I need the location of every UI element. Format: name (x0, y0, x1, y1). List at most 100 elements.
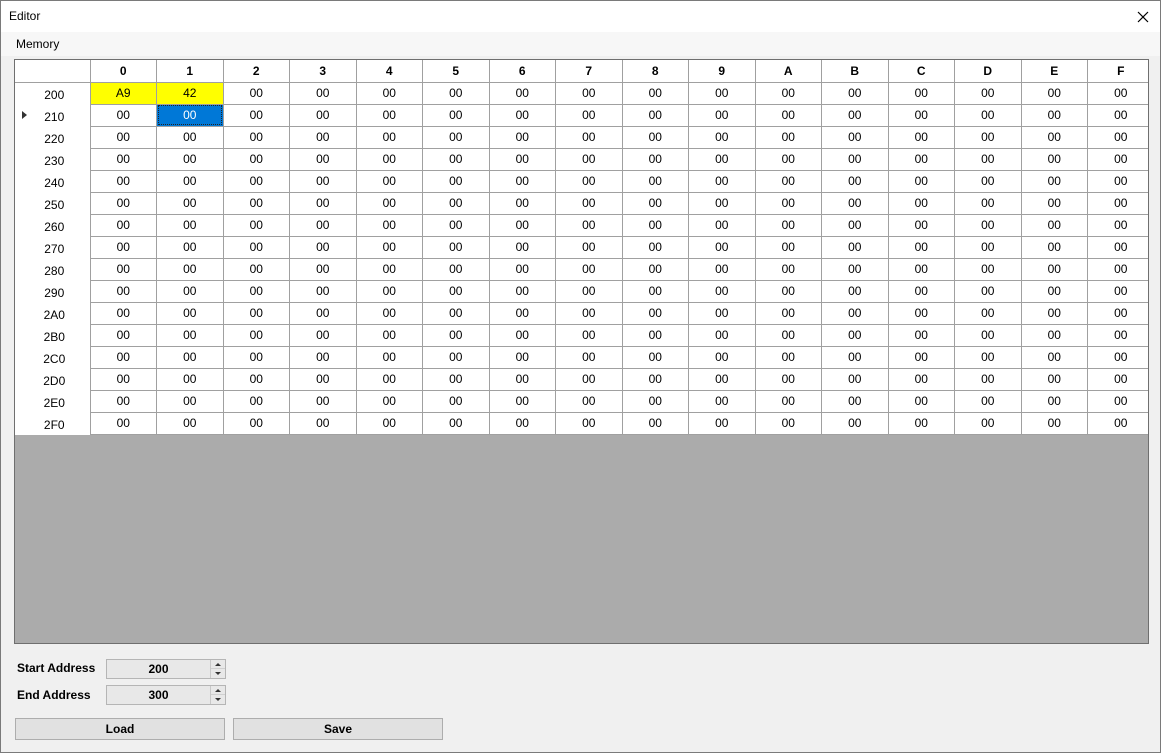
memory-cell[interactable]: 00 (289, 81, 357, 105)
row-header[interactable]: 2C0 (15, 346, 91, 368)
memory-cell[interactable]: 00 (488, 279, 556, 303)
memory-cell[interactable]: 00 (887, 389, 955, 413)
memory-cell[interactable]: 00 (887, 81, 955, 105)
memory-cell[interactable]: 00 (754, 235, 822, 259)
memory-cell[interactable]: 00 (954, 323, 1022, 347)
memory-cell[interactable]: 00 (355, 147, 423, 171)
memory-cell[interactable]: 00 (222, 213, 290, 237)
memory-cell[interactable]: 00 (887, 257, 955, 281)
memory-cell[interactable]: 00 (621, 213, 689, 237)
memory-cell[interactable]: 00 (222, 103, 290, 127)
memory-cell[interactable]: 00 (821, 389, 889, 413)
memory-cell[interactable]: 00 (488, 323, 556, 347)
memory-cell[interactable]: 00 (1087, 301, 1148, 325)
memory-cell[interactable]: 00 (887, 169, 955, 193)
memory-cell[interactable]: 00 (821, 301, 889, 325)
memory-cell[interactable]: 00 (355, 81, 423, 105)
memory-cell[interactable]: 00 (422, 213, 490, 237)
memory-cell[interactable]: 00 (821, 411, 889, 435)
memory-cell[interactable]: 00 (422, 279, 490, 303)
memory-cell[interactable]: 00 (488, 301, 556, 325)
memory-cell[interactable]: 00 (1020, 169, 1088, 193)
memory-cell[interactable]: 00 (1020, 147, 1088, 171)
memory-cell[interactable]: 00 (488, 147, 556, 171)
memory-cell[interactable]: 00 (1020, 301, 1088, 325)
memory-cell[interactable]: 00 (688, 213, 756, 237)
memory-cell[interactable]: 00 (422, 125, 490, 149)
memory-cell[interactable]: 00 (422, 81, 490, 105)
memory-cell[interactable]: 00 (887, 147, 955, 171)
column-header-1[interactable]: 1 (156, 60, 224, 83)
memory-cell[interactable]: 00 (1020, 411, 1088, 435)
memory-cell[interactable]: 00 (887, 411, 955, 435)
memory-cell[interactable]: 00 (621, 103, 689, 127)
memory-cell[interactable]: 00 (156, 213, 224, 237)
memory-cell[interactable]: 00 (89, 213, 157, 237)
memory-cell[interactable]: 00 (222, 169, 290, 193)
menu-memory[interactable]: Memory (10, 37, 65, 51)
row-header[interactable]: 280 (15, 258, 91, 280)
memory-cell[interactable]: 00 (89, 125, 157, 149)
memory-cell[interactable]: 00 (355, 411, 423, 435)
memory-cell[interactable]: 00 (156, 235, 224, 259)
memory-cell[interactable]: 00 (355, 367, 423, 391)
memory-cell[interactable]: 00 (156, 301, 224, 325)
memory-cell[interactable]: 00 (954, 81, 1022, 105)
memory-cell[interactable]: 00 (222, 191, 290, 215)
memory-cell[interactable]: 00 (954, 191, 1022, 215)
memory-cell[interactable]: 00 (488, 411, 556, 435)
column-header-9[interactable]: 9 (688, 60, 756, 83)
memory-cell[interactable]: 00 (954, 345, 1022, 369)
memory-cell[interactable]: 00 (156, 257, 224, 281)
memory-cell[interactable]: 00 (156, 279, 224, 303)
memory-cell[interactable]: 00 (355, 389, 423, 413)
memory-cell[interactable]: 00 (954, 169, 1022, 193)
memory-cell[interactable]: 42 (156, 81, 224, 105)
column-header-B[interactable]: B (821, 60, 889, 83)
row-header[interactable]: 2D0 (15, 368, 91, 390)
column-header-6[interactable]: 6 (488, 60, 556, 83)
memory-cell[interactable]: 00 (821, 103, 889, 127)
memory-cell[interactable]: 00 (754, 323, 822, 347)
memory-cell[interactable]: 00 (156, 389, 224, 413)
memory-cell[interactable]: 00 (1087, 257, 1148, 281)
row-header[interactable]: 2B0 (15, 324, 91, 346)
memory-cell[interactable]: 00 (688, 191, 756, 215)
memory-cell[interactable]: 00 (621, 81, 689, 105)
memory-cell[interactable]: 00 (1087, 411, 1148, 435)
memory-cell[interactable]: 00 (156, 191, 224, 215)
memory-cell[interactable]: 00 (488, 345, 556, 369)
memory-cell[interactable]: 00 (954, 103, 1022, 127)
memory-cell[interactable]: 00 (621, 169, 689, 193)
memory-cell[interactable]: 00 (488, 169, 556, 193)
memory-cell[interactable]: 00 (821, 213, 889, 237)
memory-cell[interactable]: 00 (488, 235, 556, 259)
memory-cell[interactable]: 00 (1087, 367, 1148, 391)
memory-cell[interactable]: 00 (355, 345, 423, 369)
start-address-value[interactable]: 200 (107, 660, 210, 678)
memory-cell[interactable]: 00 (887, 103, 955, 127)
start-address-spinner[interactable]: 200 (106, 659, 226, 679)
memory-cell[interactable]: 00 (89, 235, 157, 259)
memory-grid[interactable]: 0123456789ABCDEF 200 A9 42 00 00 00 00 00 00 00 00… (14, 59, 1149, 644)
memory-cell[interactable]: 00 (555, 191, 623, 215)
memory-cell[interactable]: 00 (688, 147, 756, 171)
memory-cell[interactable]: 00 (754, 125, 822, 149)
memory-cell[interactable]: 00 (621, 323, 689, 347)
memory-cell[interactable]: 00 (754, 279, 822, 303)
memory-cell[interactable]: 00 (754, 103, 822, 127)
memory-cell[interactable]: 00 (1087, 323, 1148, 347)
memory-cell[interactable]: 00 (355, 257, 423, 281)
memory-cell[interactable]: 00 (1087, 169, 1148, 193)
memory-cell[interactable]: 00 (289, 235, 357, 259)
memory-cell[interactable]: 00 (887, 235, 955, 259)
memory-cell[interactable]: 00 (422, 169, 490, 193)
memory-cell[interactable]: 00 (1087, 345, 1148, 369)
memory-cell[interactable]: 00 (688, 169, 756, 193)
memory-cell[interactable]: 00 (156, 411, 224, 435)
column-header-2[interactable]: 2 (222, 60, 290, 83)
memory-cell[interactable]: 00 (422, 257, 490, 281)
memory-cell[interactable]: 00 (1087, 235, 1148, 259)
memory-cell[interactable]: 00 (1087, 389, 1148, 413)
end-address-up-button[interactable] (211, 686, 225, 695)
